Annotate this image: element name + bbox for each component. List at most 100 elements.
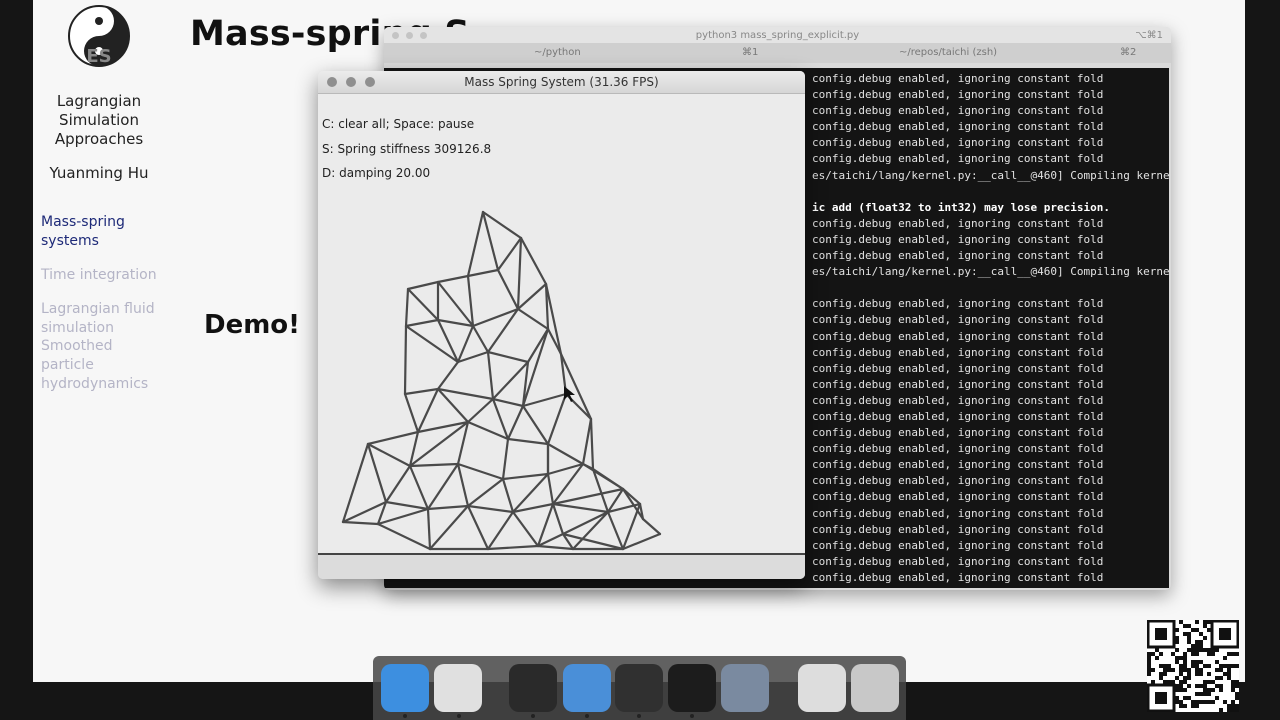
spring-segment <box>486 350 530 364</box>
qr-app-icon[interactable] <box>798 664 846 712</box>
talk-title: Lagrangian Simulation Approaches <box>33 92 165 149</box>
spring-segment <box>403 392 420 434</box>
toc-item-sph[interactable]: Smoothed particle hydrodynamics <box>41 337 166 394</box>
spring-segment <box>516 307 550 331</box>
running-indicator <box>457 714 461 718</box>
terminal-titlebar[interactable]: python3 mass_spring_explicit.py ⌥⌘1 <box>384 27 1171 43</box>
spring-segment <box>536 544 575 551</box>
spring-segment <box>486 544 540 551</box>
spring-segment <box>519 236 548 286</box>
spring-segment <box>506 437 550 446</box>
spring-segment <box>496 236 523 272</box>
logo-text: ES <box>86 46 111 67</box>
spring-segment <box>501 472 550 481</box>
spring-segment <box>581 462 625 491</box>
spring-segment <box>436 274 470 284</box>
tab-python-shortcut: ⌘1 <box>742 47 759 58</box>
spring-segment <box>511 510 540 548</box>
spring-segment <box>606 510 625 551</box>
spring-segment <box>516 282 548 311</box>
spring-segment <box>486 350 495 401</box>
spring-segment <box>521 404 550 446</box>
spring-segment <box>506 404 525 441</box>
spring-segment <box>466 397 495 424</box>
terminal-tabbar: ~/python ⌘1 ~/repos/taichi (zsh) ⌘2 <box>384 43 1171 63</box>
rocket-icon[interactable] <box>721 664 769 712</box>
trash-icon[interactable] <box>851 664 899 712</box>
spring-segment <box>486 510 515 551</box>
terminal-icon[interactable] <box>509 664 557 712</box>
running-indicator <box>531 714 535 718</box>
tab-zsh[interactable]: ~/repos/taichi (zsh) <box>899 43 997 63</box>
spring-segment <box>589 417 595 471</box>
spring-segment <box>406 280 440 291</box>
toc-item-time-integration[interactable]: Time integration <box>41 266 166 285</box>
keynote-icon[interactable] <box>563 664 611 712</box>
running-indicator <box>403 714 407 718</box>
spring-segment <box>561 510 610 536</box>
mouse-cursor-icon <box>564 386 575 402</box>
spring-segment <box>466 268 500 278</box>
spring-segment <box>551 502 565 536</box>
spring-segment <box>404 287 410 328</box>
running-indicator <box>690 714 694 718</box>
spring-segment <box>341 520 380 526</box>
spring-segment <box>426 462 460 511</box>
spring-segment <box>456 462 470 508</box>
spring-segment <box>406 287 440 322</box>
toc-item-mass-spring[interactable]: Mass-spring systems <box>41 213 166 251</box>
spring-segment <box>546 472 555 506</box>
spring-segment <box>403 324 408 396</box>
spring-segment <box>581 417 593 466</box>
spring-segment <box>466 504 490 551</box>
spring-segment <box>404 318 440 328</box>
spring-segment <box>491 397 525 408</box>
spring-segment <box>403 387 440 396</box>
spring-segment <box>341 442 370 524</box>
tab-python[interactable]: ~/python <box>534 43 581 63</box>
spring-segment <box>408 462 460 468</box>
spring-segment <box>466 477 505 508</box>
spring-segment <box>471 324 490 354</box>
spring-segment <box>641 517 662 536</box>
latex-icon[interactable] <box>668 664 716 712</box>
spring-segment <box>436 360 460 391</box>
spring-segment <box>366 430 420 446</box>
spring-segment <box>426 507 432 551</box>
spring-segment <box>408 464 430 511</box>
close-dot[interactable] <box>392 32 399 39</box>
spring-segment <box>376 507 430 526</box>
spring-segment <box>546 442 585 466</box>
mass-spring-window[interactable]: Mass Spring System (31.36 FPS) C: clear … <box>318 71 805 579</box>
talk-title-line: Lagrangian <box>56 92 142 110</box>
minimize-dot[interactable] <box>406 32 413 39</box>
finder-icon[interactable] <box>381 664 429 712</box>
spring-mesh <box>341 210 662 551</box>
tab-zsh-shortcut: ⌘2 <box>1120 47 1137 58</box>
spring-segment <box>551 502 610 514</box>
spring-segment <box>376 522 432 551</box>
zoom-dot[interactable] <box>420 32 427 39</box>
terminal-shortcut: ⌥⌘1 <box>1135 30 1163 41</box>
spring-segment <box>456 462 505 481</box>
running-indicator <box>637 714 641 718</box>
chrome-icon[interactable] <box>434 664 482 712</box>
talk-title-line: Simulation <box>59 111 139 129</box>
spring-segment <box>384 500 430 511</box>
obs-icon[interactable] <box>615 664 663 712</box>
qr-code <box>1147 620 1239 712</box>
taichi-logo: ES <box>68 5 130 67</box>
spring-segment <box>436 280 475 328</box>
spring-segment <box>384 464 412 504</box>
gui-titlebar[interactable]: Mass Spring System (31.36 FPS) <box>318 71 805 94</box>
toc-item-lagrangian-fluid[interactable]: Lagrangian fluid simulation <box>41 300 166 338</box>
demo-label: Demo! <box>204 310 301 340</box>
spring-segment <box>516 236 523 311</box>
spring-segment <box>521 392 568 408</box>
spring-segment <box>496 268 520 311</box>
gui-bottom-strip <box>318 555 805 579</box>
talk-title-line: Approaches <box>54 130 144 148</box>
terminal-title: python3 mass_spring_explicit.py <box>695 30 860 41</box>
running-indicator <box>585 714 589 718</box>
spring-segment <box>466 274 475 328</box>
